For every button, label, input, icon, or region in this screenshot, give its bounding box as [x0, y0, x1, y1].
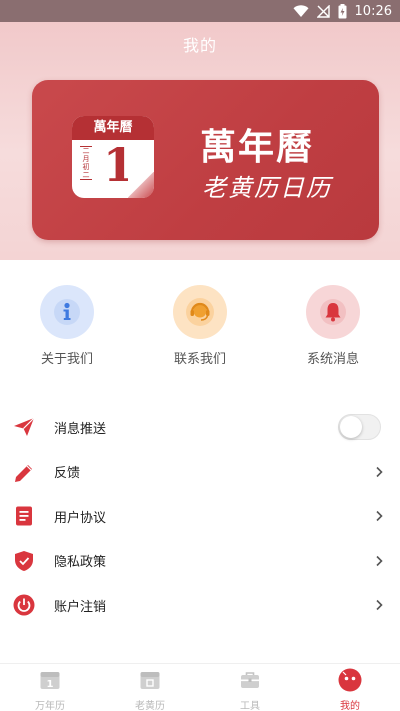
app-banner: 萬年曆 二月初二 1 萬年曆 老黄历日历 — [32, 80, 379, 240]
app-logo: 萬年曆 二月初二 1 — [72, 116, 154, 198]
chevron-right-icon — [376, 555, 383, 566]
nav-label-almanac: 老黄历 — [135, 701, 165, 711]
status-icons: 10:26 — [293, 3, 392, 19]
menu-item-push: 消息推送 — [0, 405, 400, 450]
banner-subtitle: 老黄历日历 — [202, 174, 332, 202]
menu-label-feedback: 反馈 — [54, 466, 81, 482]
contact-us-button[interactable]: 联系我们 — [145, 285, 255, 367]
push-toggle[interactable] — [338, 414, 381, 441]
about-us-label: 关于我们 — [40, 352, 93, 367]
about-us-button[interactable]: 关于我们 — [12, 285, 122, 367]
menu-item-privacy[interactable]: 隐私政策 — [0, 539, 400, 584]
quick-actions: 关于我们 联系我们 系统消息 — [0, 285, 400, 375]
nav-tab-tools[interactable]: 工具 — [200, 668, 300, 711]
menu-label-agreement: 用户协议 — [54, 510, 107, 526]
menu-item-agreement[interactable]: 用户协议 — [0, 494, 400, 539]
document-icon — [12, 504, 36, 528]
menu-label-push: 消息推送 — [54, 421, 107, 437]
bottom-nav: 1 万年历 老黄历 工具 我的 — [0, 663, 400, 711]
info-icon — [40, 285, 94, 339]
system-messages-button[interactable]: 系统消息 — [278, 285, 388, 367]
headset-icon — [173, 285, 227, 339]
settings-menu: 消息推送 反馈 用户协议 隐私政策 账户注销 — [0, 405, 400, 628]
paper-plane-icon — [12, 415, 36, 439]
nav-label-tools: 工具 — [240, 701, 260, 711]
menu-label-cancel-account: 账户注销 — [54, 599, 107, 615]
app-logo-month: 二月初二 — [80, 146, 92, 180]
bell-icon — [306, 285, 360, 339]
nav-tab-almanac[interactable]: 老黄历 — [100, 668, 200, 711]
menu-label-privacy: 隐私政策 — [54, 555, 107, 571]
nav-tab-calendar[interactable]: 1 万年历 — [0, 668, 100, 711]
shield-icon — [12, 549, 36, 573]
page-curl — [128, 172, 154, 198]
pencil-icon — [12, 460, 36, 484]
menu-item-feedback[interactable]: 反馈 — [0, 450, 400, 495]
app-logo-title: 萬年曆 — [72, 116, 154, 140]
profile-icon — [338, 668, 362, 692]
status-time: 10:26 — [354, 3, 392, 19]
menu-item-cancel-account[interactable]: 账户注销 — [0, 583, 400, 628]
toggle-knob — [340, 416, 362, 439]
nav-tab-profile[interactable]: 我的 — [300, 668, 400, 711]
chevron-right-icon — [376, 600, 383, 611]
svg-text:1: 1 — [47, 679, 54, 690]
contact-us-label: 联系我们 — [173, 352, 226, 367]
wifi-icon — [293, 4, 309, 17]
profile-header: 我的 萬年曆 二月初二 1 萬年曆 老黄历日历 — [0, 22, 400, 260]
power-icon — [12, 593, 36, 617]
chevron-right-icon — [376, 466, 383, 477]
page-title: 我的 — [182, 36, 217, 55]
chevron-right-icon — [376, 511, 383, 522]
battery-icon — [338, 3, 347, 18]
toolbox-icon — [238, 668, 262, 692]
almanac-icon — [138, 668, 162, 692]
no-signal-icon — [316, 4, 330, 18]
status-bar: 10:26 — [0, 0, 400, 22]
nav-label-profile: 我的 — [340, 701, 360, 711]
system-messages-label: 系统消息 — [306, 352, 359, 367]
calendar-icon: 1 — [38, 668, 62, 692]
banner-title: 萬年曆 — [200, 126, 315, 168]
nav-label-calendar: 万年历 — [35, 701, 65, 711]
